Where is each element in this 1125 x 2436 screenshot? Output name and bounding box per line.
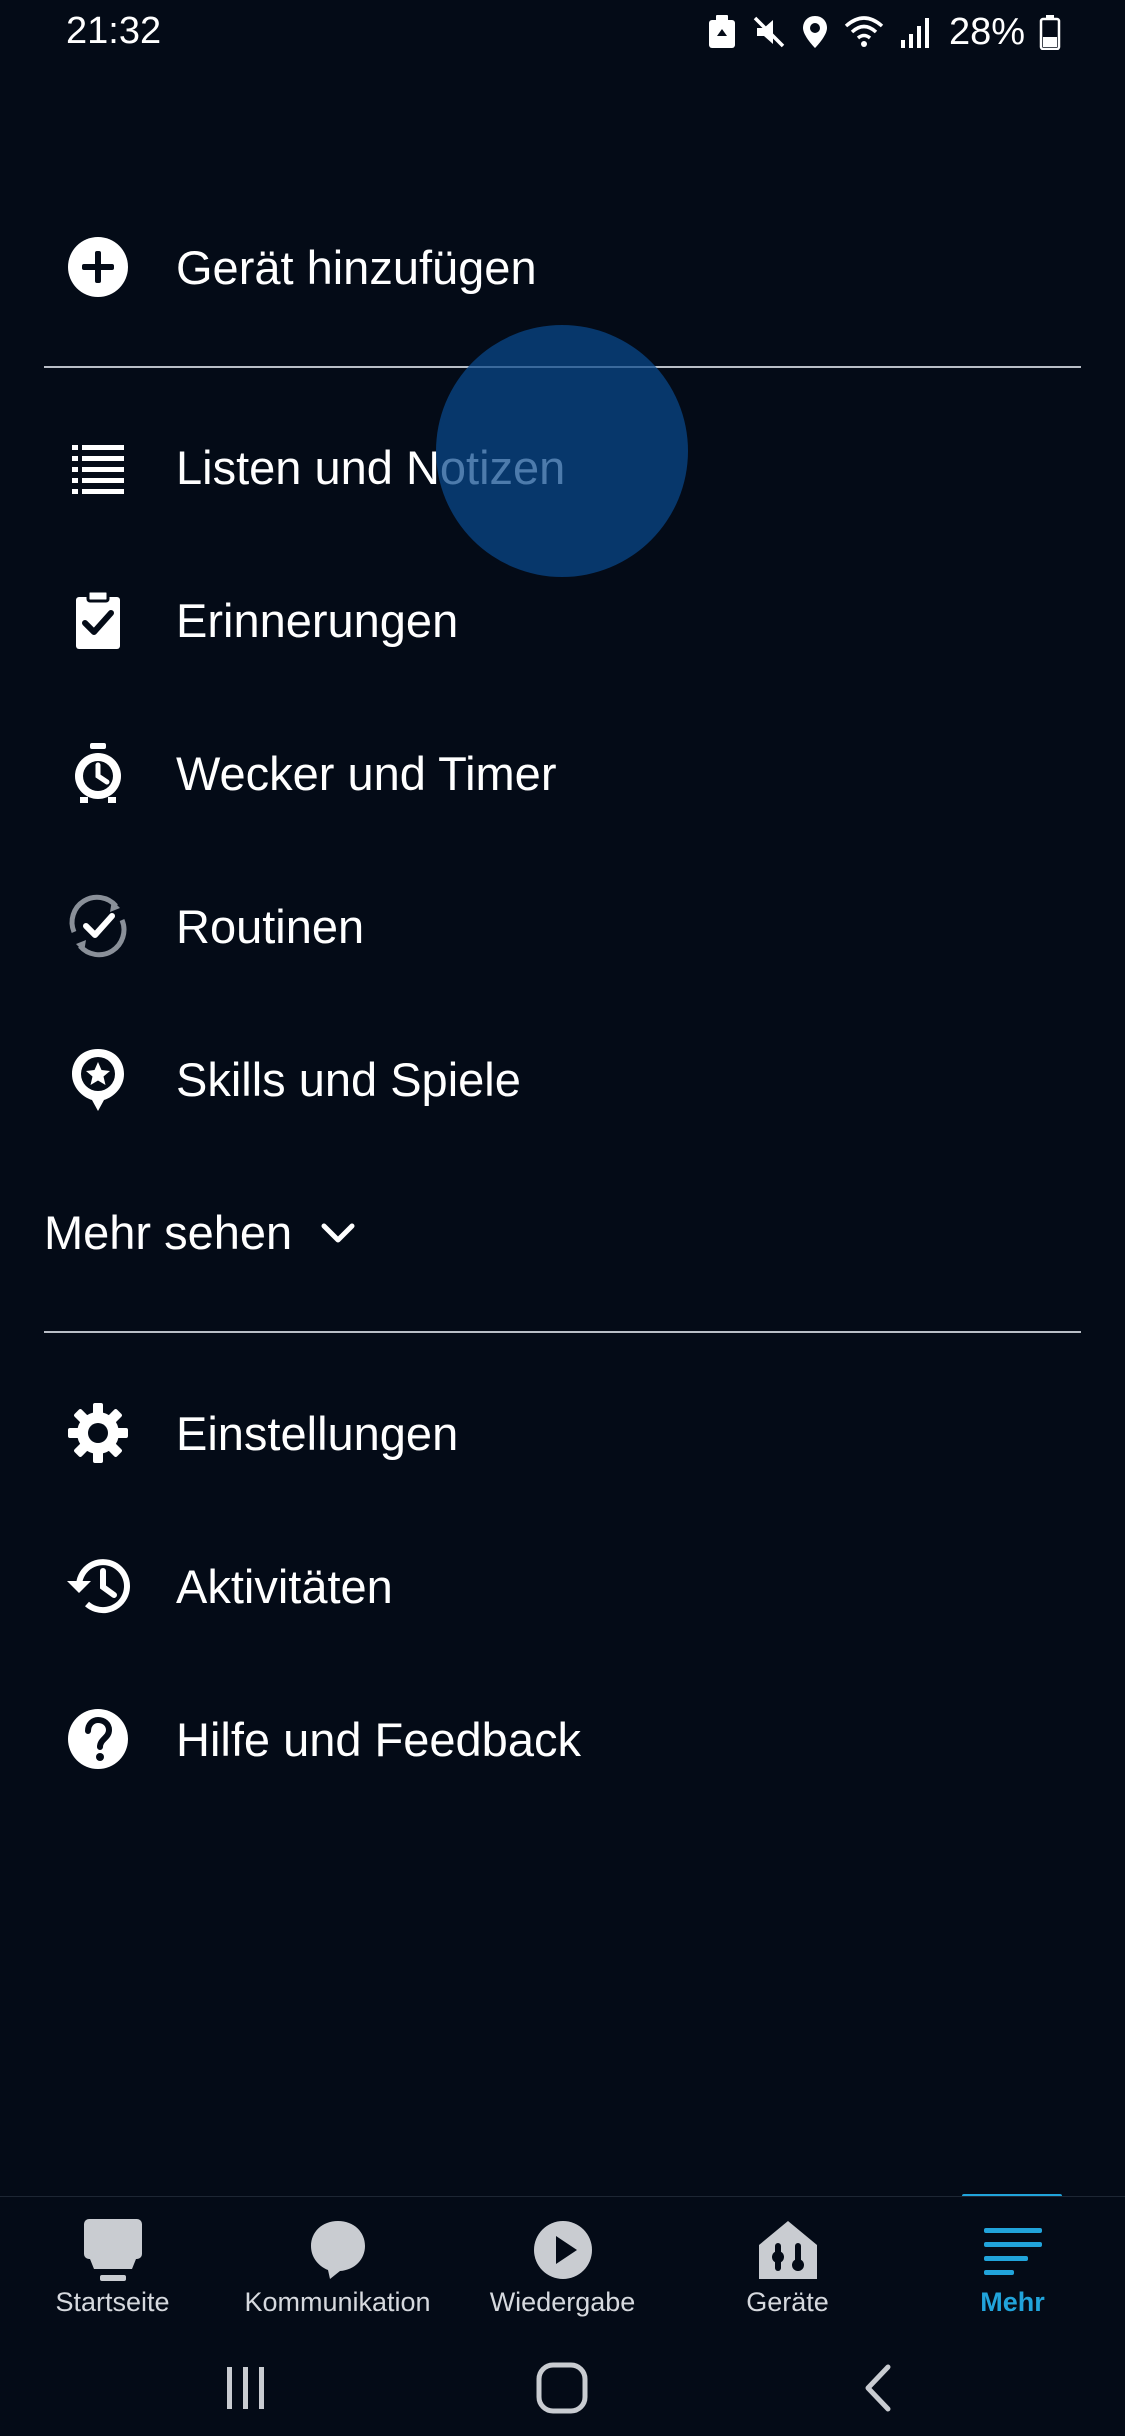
screen: 21:32 28% Gerät hinzufügen Listen und No…	[0, 0, 1125, 2436]
bottom-tab-bar: Startseite Kommunikation Wiedergabe Gerä…	[0, 2196, 1125, 2336]
plus-circle-icon	[62, 231, 134, 303]
home-nav-icon[interactable]	[522, 2358, 602, 2418]
menu-item-label: Skills und Spiele	[176, 1052, 521, 1106]
alarm-clock-icon	[62, 737, 134, 809]
menu-item-skills-games[interactable]: Skills und Spiele	[0, 1014, 1125, 1144]
clipboard-check-icon	[62, 584, 134, 656]
tab-label: Startseite	[55, 2287, 170, 2317]
menu-item-label: Einstellungen	[176, 1406, 459, 1460]
signal-icon	[899, 14, 931, 50]
menu-item-label: Erinnerungen	[176, 593, 459, 647]
menu-item-label: Routinen	[176, 899, 365, 953]
menu-item-label: Aktivitäten	[176, 1559, 393, 1613]
tab-home[interactable]: Startseite	[0, 2197, 225, 2337]
help-icon	[62, 1703, 134, 1775]
history-icon	[62, 1550, 134, 1622]
menu-item-activities[interactable]: Aktivitäten	[0, 1521, 1125, 1651]
mute-icon	[751, 14, 787, 50]
tab-label: Wiedergabe	[489, 2287, 636, 2317]
tab-playback[interactable]: Wiedergabe	[450, 2197, 675, 2337]
divider-bottom	[44, 1331, 1081, 1333]
play-icon	[528, 2215, 598, 2285]
battery-percentage: 28%	[948, 10, 1025, 53]
routine-cycle-icon	[62, 890, 134, 962]
location-icon	[801, 14, 829, 50]
tab-devices[interactable]: Geräte	[675, 2197, 900, 2337]
gear-icon	[62, 1397, 134, 1469]
status-time: 21:32	[66, 10, 162, 52]
menu-item-routines[interactable]: Routinen	[0, 861, 1125, 991]
status-icons: 28%	[707, 8, 1061, 56]
menu-lines-icon	[978, 2215, 1048, 2285]
back-icon[interactable]	[838, 2358, 918, 2418]
menu-item-reminders[interactable]: Erinnerungen	[0, 555, 1125, 685]
tab-more[interactable]: Mehr	[900, 2197, 1125, 2337]
see-more-label: Mehr sehen	[44, 1205, 293, 1259]
list-icon	[62, 431, 134, 503]
tab-communication[interactable]: Kommunikation	[225, 2197, 450, 2337]
menu-item-label: Wecker und Timer	[176, 746, 557, 800]
system-navigation-bar	[0, 2336, 1125, 2436]
tab-label: Kommunikation	[244, 2287, 431, 2317]
menu-item-label: Gerät hinzufügen	[176, 240, 537, 294]
recycle-icon	[707, 14, 737, 50]
battery-icon	[1039, 14, 1061, 50]
tab-label: Geräte	[746, 2287, 829, 2317]
home-icon	[78, 2215, 148, 2285]
chat-bubble-icon	[303, 2215, 373, 2285]
menu-item-add-device[interactable]: Gerät hinzufügen	[0, 202, 1125, 332]
menu-item-settings[interactable]: Einstellungen	[0, 1368, 1125, 1498]
menu-item-label: Listen und Notizen	[176, 440, 566, 494]
menu-item-help-feedback[interactable]: Hilfe und Feedback	[0, 1674, 1125, 1804]
menu-item-lists-notes[interactable]: Listen und Notizen	[0, 402, 1125, 532]
divider-top	[44, 366, 1081, 368]
see-more-button[interactable]: Mehr sehen	[0, 1170, 600, 1294]
recent-apps-icon[interactable]	[206, 2358, 286, 2418]
devices-icon	[753, 2215, 823, 2285]
menu-item-alarms-timers[interactable]: Wecker und Timer	[0, 708, 1125, 838]
tab-label: Mehr	[980, 2287, 1045, 2317]
menu-item-label: Hilfe und Feedback	[176, 1712, 581, 1766]
status-bar: 21:32 28%	[0, 0, 1125, 70]
wifi-icon	[843, 14, 885, 50]
skills-star-icon	[62, 1043, 134, 1115]
chevron-down-icon	[318, 1214, 358, 1254]
